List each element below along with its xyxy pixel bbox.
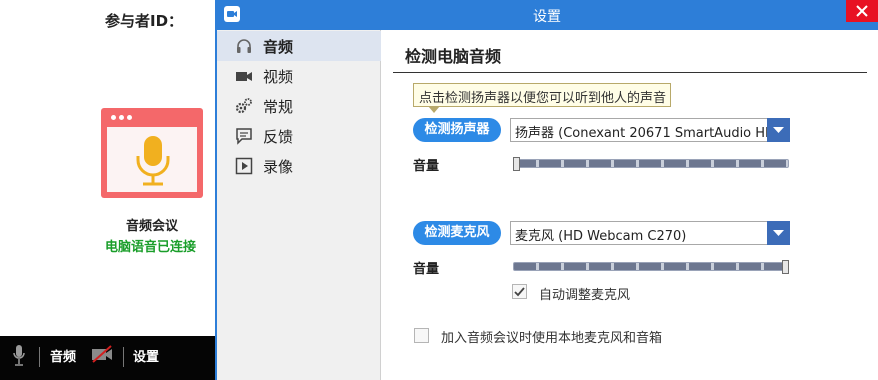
sidebar-item-label: 常规 — [263, 98, 294, 116]
speaker-dropdown-button[interactable] — [767, 118, 790, 142]
chevron-down-icon — [773, 127, 784, 133]
sidebar-item-label: 音频 — [263, 38, 294, 56]
speaker-volume-slider[interactable] — [513, 159, 789, 168]
tooltip-pointer — [428, 106, 440, 113]
speaker-volume-handle[interactable] — [513, 157, 520, 171]
auto-adjust-mic-checkbox[interactable] — [512, 284, 527, 299]
audio-meeting-label: 音频会议 — [126, 219, 179, 234]
close-icon — [856, 5, 868, 17]
mic-volume-label: 音量 — [413, 262, 440, 277]
speaker-test-tooltip: 点击检测扬声器以便您可以听到他人的声音 — [413, 83, 671, 107]
headphones-icon — [237, 39, 251, 53]
window-dot — [119, 115, 124, 120]
video-off-icon[interactable] — [91, 345, 113, 363]
auto-adjust-mic-label: 自动调整麦克风 — [539, 288, 631, 303]
feedback-icon — [236, 128, 252, 145]
toolbar-divider — [123, 347, 124, 367]
mic-volume-handle[interactable] — [782, 260, 789, 274]
window-dot — [127, 115, 132, 120]
speaker-select[interactable]: 扬声器 (Conexant 20671 SmartAudio HD) — [510, 118, 768, 142]
checkmark-icon — [514, 287, 525, 297]
connection-status: 电脑语音已连接 — [105, 240, 197, 255]
video-camera-icon — [236, 72, 252, 81]
sidebar-item-label: 录像 — [263, 158, 294, 176]
sidebar-item-label: 反馈 — [263, 128, 294, 146]
toolbar-divider — [39, 347, 40, 367]
participant-id-label: 参与者ID： — [105, 12, 184, 30]
sidebar-item-label: 视频 — [263, 68, 294, 86]
dialog-title: 设置 — [533, 9, 561, 25]
speaker-volume-label: 音量 — [413, 159, 440, 174]
audio-button[interactable]: 音频 — [50, 346, 76, 365]
test-speaker-button[interactable]: 检测扬声器 — [413, 118, 501, 142]
mic-toggle-icon[interactable] — [12, 344, 26, 368]
close-button[interactable] — [846, 0, 878, 22]
divider — [393, 72, 867, 73]
mic-dropdown-button[interactable] — [767, 221, 790, 245]
chevron-down-icon — [773, 230, 784, 236]
window-dot — [111, 115, 116, 120]
join-local-audio-checkbox[interactable] — [414, 328, 429, 343]
microphone-icon — [136, 136, 170, 186]
gears-icon — [235, 98, 252, 114]
join-local-audio-label: 加入音频会议时使用本地麦克风和音箱 — [441, 331, 663, 346]
mic-volume-slider[interactable] — [513, 262, 789, 271]
settings-button[interactable]: 设置 — [133, 346, 159, 365]
play-recording-icon — [235, 157, 253, 175]
test-mic-button[interactable]: 检测麦克风 — [413, 221, 501, 245]
mic-select[interactable]: 麦克风 (HD Webcam C270) — [510, 221, 768, 245]
panel-title: 检测电脑音频 — [405, 47, 502, 66]
app-logo-icon — [224, 6, 240, 22]
